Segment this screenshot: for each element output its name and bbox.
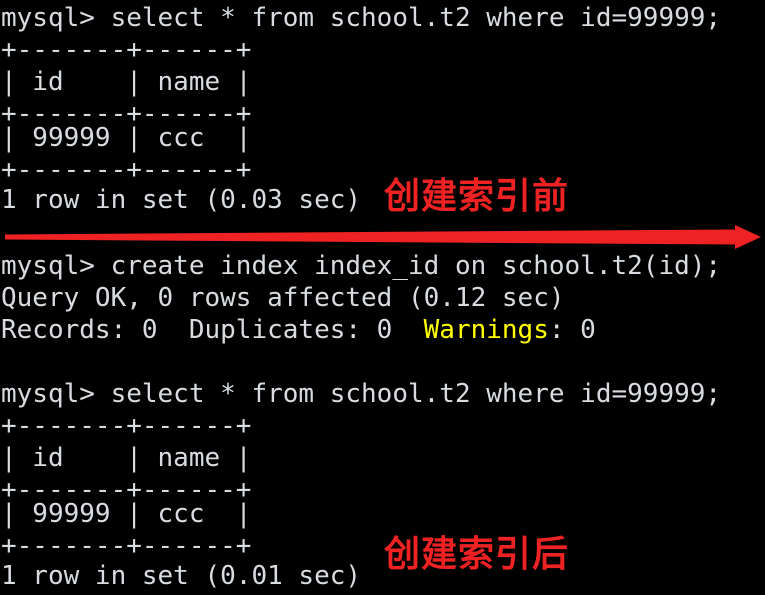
- warnings-value: : 0: [548, 315, 596, 345]
- terminal-line-table-row-1: | 99999 | ccc |: [1, 123, 252, 153]
- terminal-line-table-border-bottom-2: +-------+------+: [1, 531, 252, 561]
- annotation-before-index: 创建索引前: [384, 176, 570, 217]
- warnings-label: Warnings: [423, 315, 549, 345]
- annotation-after-index: 创建索引后: [384, 534, 570, 575]
- terminal-line-result-summary-2: 1 row in set (0.01 sec): [1, 561, 362, 591]
- terminal-line-table-border-top-2: +-------+------+: [1, 411, 252, 441]
- terminal-line-table-border-bottom-1: +-------+------+: [1, 155, 252, 185]
- terminal-line-records-duplicates-warnings: Records: 0 Duplicates: 0 Warnings: 0: [1, 314, 596, 346]
- red-right-arrow: [0, 224, 765, 250]
- terminal-line-table-header-1: | id | name |: [1, 67, 252, 97]
- terminal-line-prompt-create-index: mysql> create index index_id on school.t…: [1, 251, 722, 281]
- terminal-line-prompt-select-1: mysql> select * from school.t2 where id=…: [1, 3, 722, 33]
- terminal-line-table-header-2: | id | name |: [1, 443, 252, 473]
- records-duplicates-text: Records: 0 Duplicates: 0: [1, 315, 424, 345]
- terminal-screen: mysql> select * from school.t2 where id=…: [0, 0, 765, 595]
- terminal-line-table-border-top-1: +-------+------+: [1, 35, 252, 65]
- terminal-line-result-summary-1: 1 row in set (0.03 sec): [1, 185, 362, 215]
- terminal-line-prompt-select-2: mysql> select * from school.t2 where id=…: [1, 379, 722, 409]
- terminal-line-table-row-2: | 99999 | ccc |: [1, 499, 252, 529]
- terminal-line-query-ok: Query OK, 0 rows affected (0.12 sec): [1, 283, 565, 313]
